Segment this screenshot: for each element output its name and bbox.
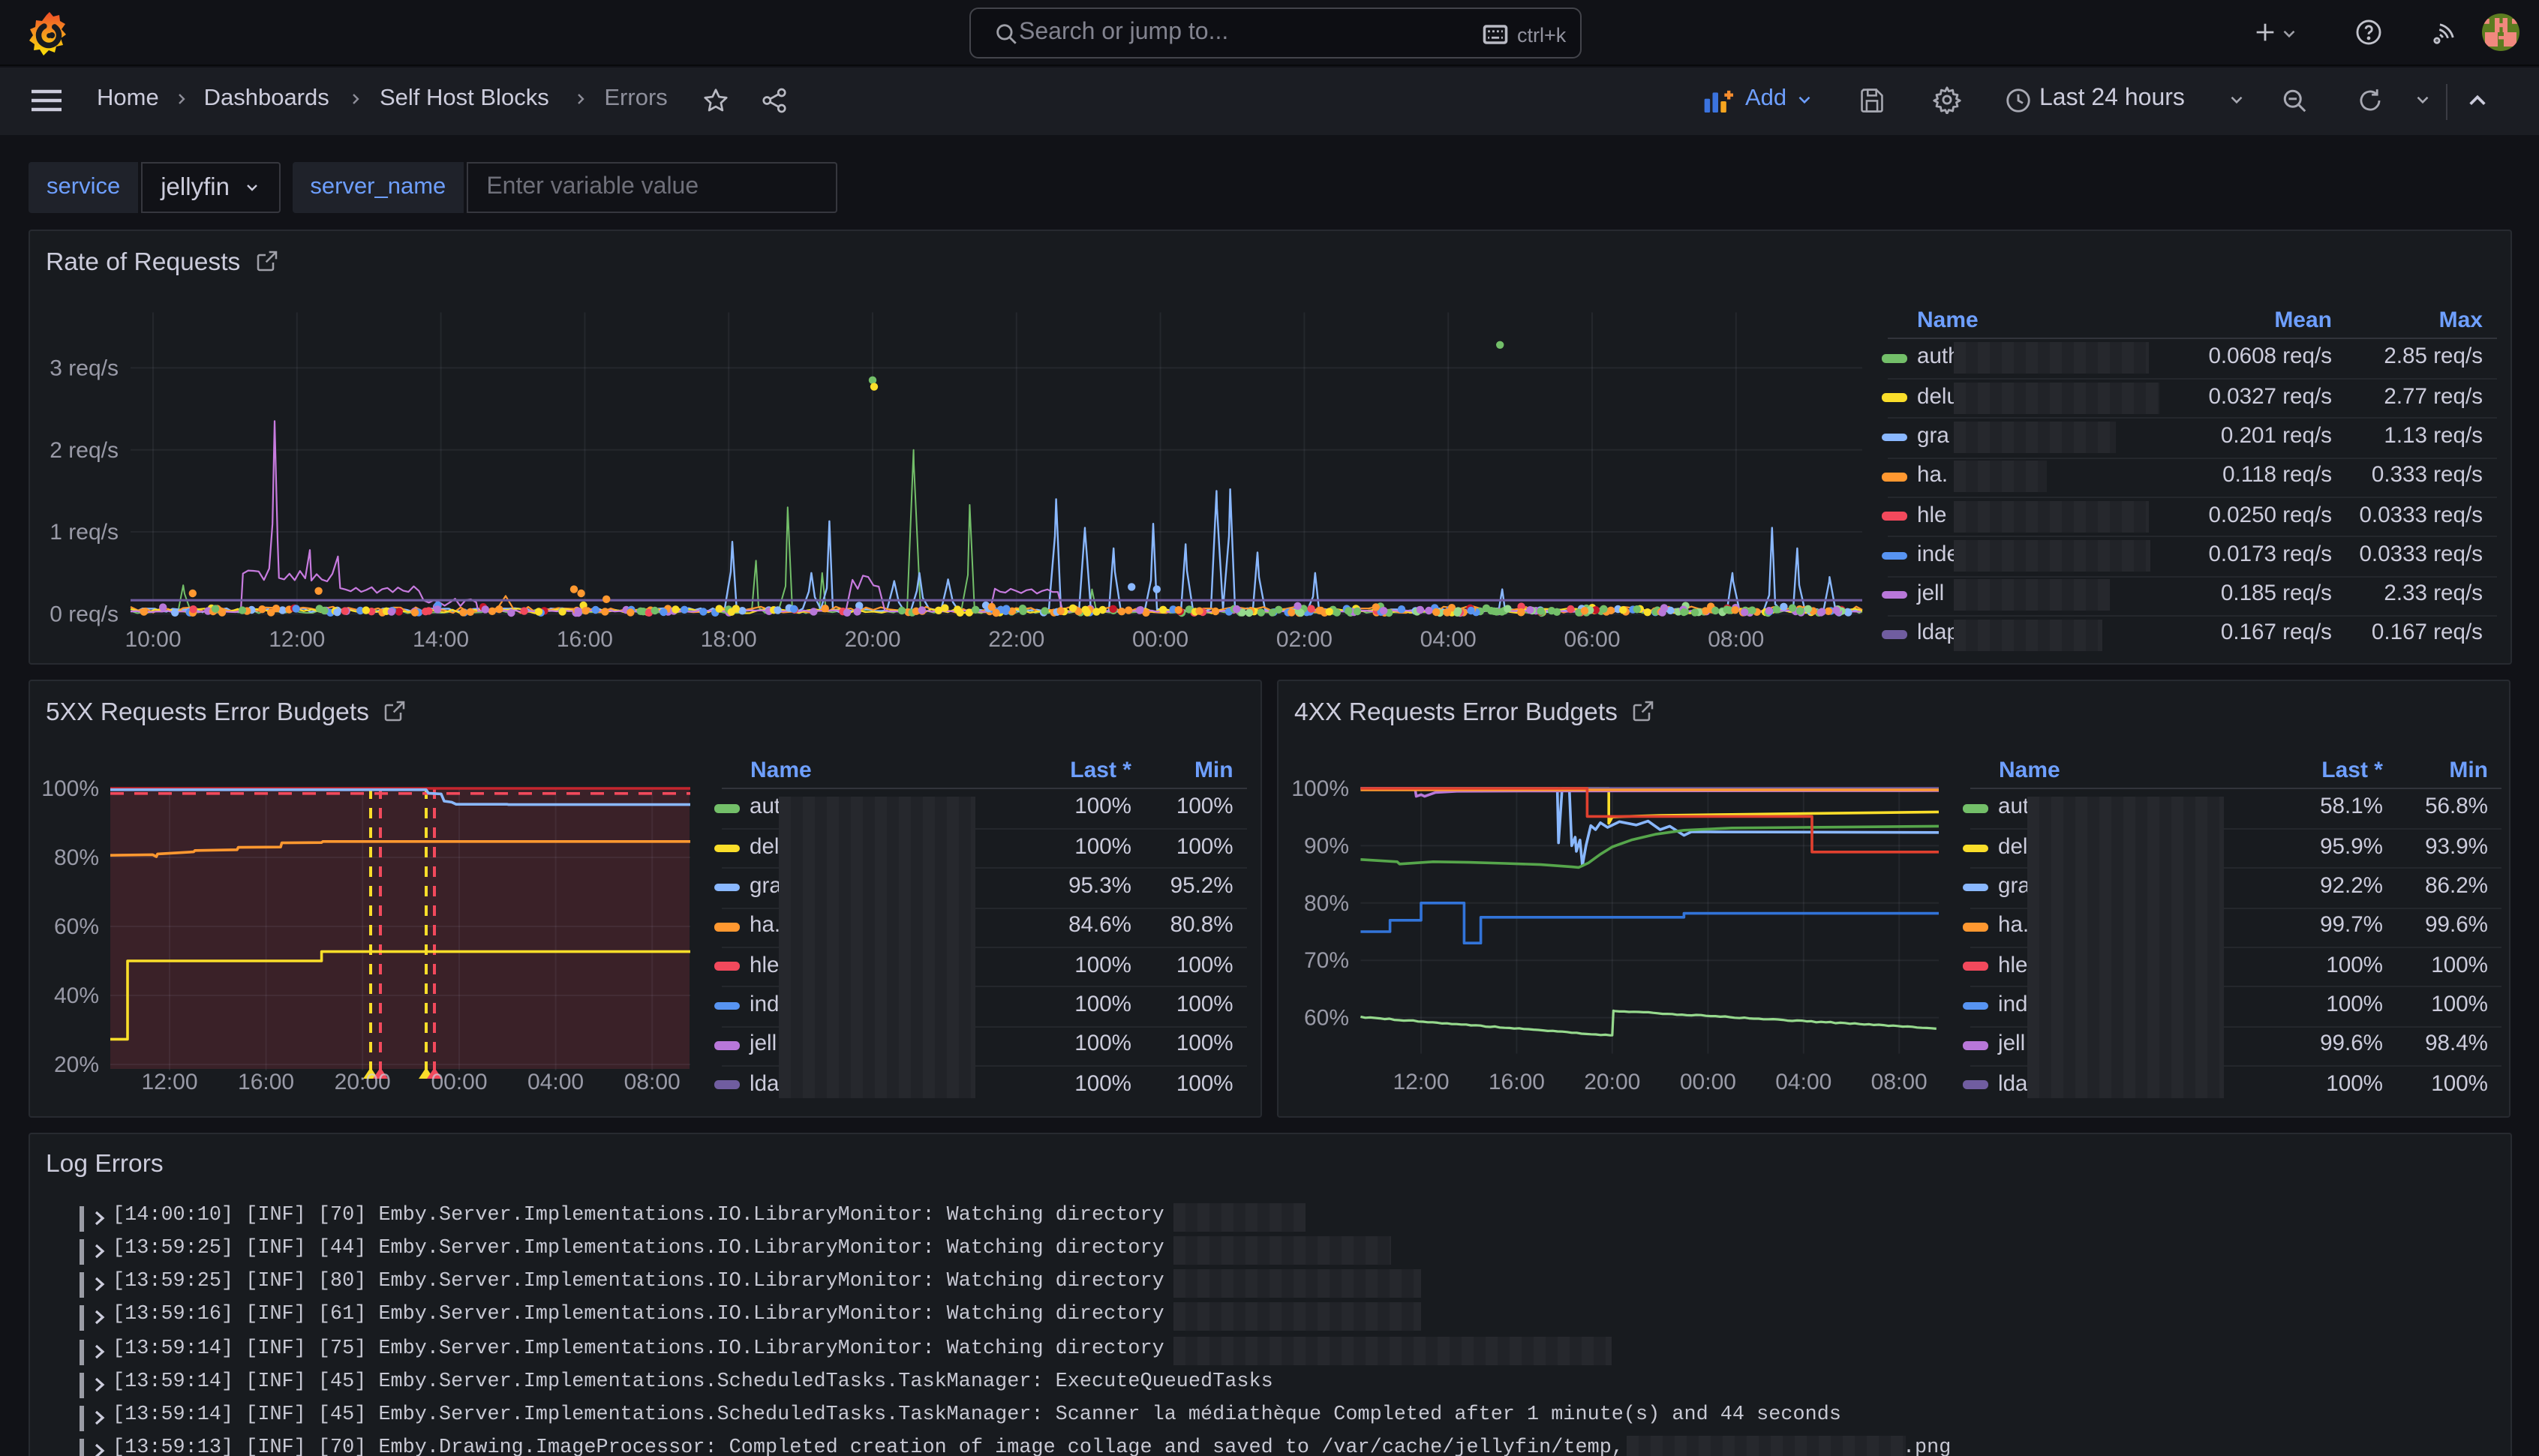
- svg-text:2 req/s: 2 req/s: [50, 437, 119, 462]
- svg-text:90%: 90%: [1304, 833, 1349, 857]
- svg-text:60%: 60%: [1304, 1005, 1349, 1030]
- svg-text:22:00: 22:00: [988, 627, 1044, 652]
- svg-text:12:00: 12:00: [1393, 1069, 1449, 1094]
- svg-text:12:00: 12:00: [269, 627, 325, 652]
- svg-text:100%: 100%: [41, 776, 99, 800]
- svg-text:12:00: 12:00: [141, 1069, 197, 1094]
- svg-text:10:00: 10:00: [125, 627, 181, 652]
- svg-text:1 req/s: 1 req/s: [50, 520, 119, 545]
- svg-text:08:00: 08:00: [1708, 627, 1764, 652]
- svg-text:08:00: 08:00: [624, 1069, 681, 1094]
- svg-text:16:00: 16:00: [557, 627, 613, 652]
- svg-text:04:00: 04:00: [1775, 1069, 1831, 1094]
- svg-text:04:00: 04:00: [527, 1069, 584, 1094]
- svg-text:20:00: 20:00: [1584, 1069, 1640, 1094]
- svg-text:80%: 80%: [54, 845, 99, 869]
- svg-text:00:00: 00:00: [1132, 627, 1188, 652]
- svg-text:3 req/s: 3 req/s: [50, 356, 119, 380]
- svg-text:0 req/s: 0 req/s: [50, 602, 119, 626]
- svg-text:08:00: 08:00: [1871, 1069, 1928, 1094]
- svg-text:04:00: 04:00: [1420, 627, 1477, 652]
- svg-text:00:00: 00:00: [431, 1069, 487, 1094]
- svg-text:16:00: 16:00: [238, 1069, 294, 1094]
- svg-text:16:00: 16:00: [1489, 1069, 1545, 1094]
- svg-text:06:00: 06:00: [1564, 627, 1620, 652]
- svg-text:40%: 40%: [54, 983, 99, 1007]
- svg-text:20%: 20%: [54, 1052, 99, 1076]
- svg-text:80%: 80%: [1304, 890, 1349, 915]
- svg-text:70%: 70%: [1304, 947, 1349, 972]
- svg-text:00:00: 00:00: [1680, 1069, 1736, 1094]
- svg-text:20:00: 20:00: [335, 1069, 391, 1094]
- svg-text:18:00: 18:00: [701, 627, 757, 652]
- svg-text:100%: 100%: [1291, 776, 1349, 800]
- svg-text:60%: 60%: [54, 914, 99, 938]
- svg-text:14:00: 14:00: [413, 627, 469, 652]
- svg-text:02:00: 02:00: [1276, 627, 1333, 652]
- svg-text:20:00: 20:00: [844, 627, 900, 652]
